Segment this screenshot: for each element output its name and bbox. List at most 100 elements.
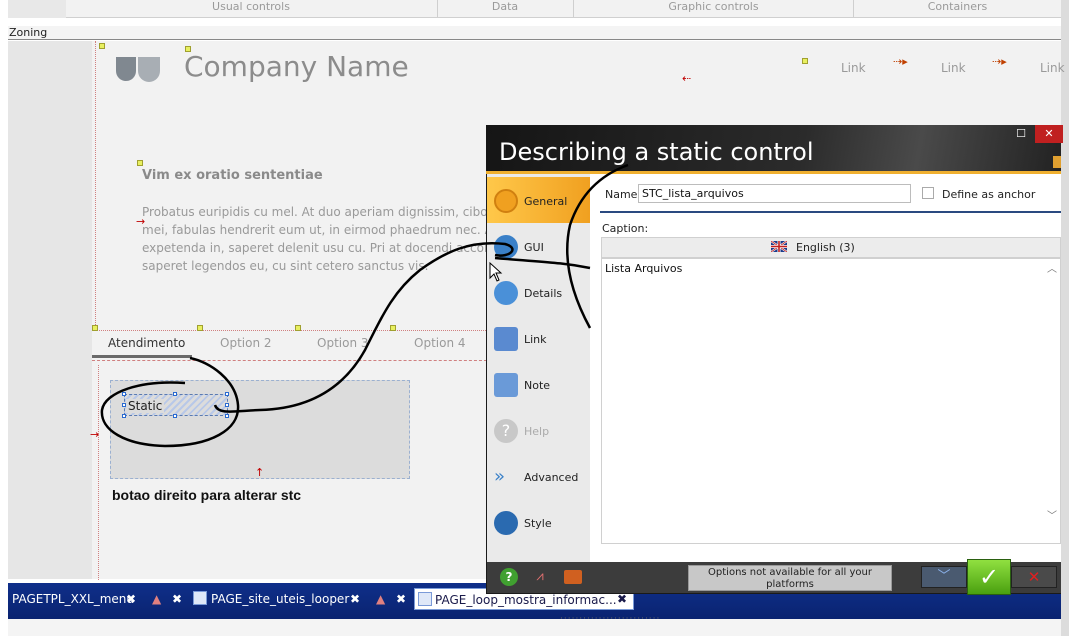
link-bullet-icon <box>802 58 808 64</box>
zone-border <box>95 41 96 331</box>
anchor-arrow-icon: ⇠ <box>682 72 692 85</box>
content-heading: Vim ex oratio sententiae <box>142 168 323 183</box>
paragraph-line: expetenda in, saperet delenit usu cu. Pr… <box>142 241 489 255</box>
tab-option-2[interactable]: Option 2 <box>220 336 272 350</box>
left-gutter <box>8 41 92 579</box>
link-arrow-icon: ⇢▸ <box>893 55 908 68</box>
top-link-1[interactable]: Link <box>841 61 866 75</box>
language-label[interactable]: English (3) <box>796 241 855 254</box>
resize-handle[interactable] <box>122 392 126 396</box>
zone-border <box>98 365 99 580</box>
anchor-arrow-icon: ↑ <box>255 466 265 479</box>
platform-notice: Options not available for all your platf… <box>688 565 892 591</box>
selection-handle[interactable] <box>197 325 203 331</box>
resize-handle[interactable] <box>122 414 126 418</box>
close-tab-icon[interactable]: ✖ <box>172 592 182 606</box>
maximize-button[interactable]: ☐ <box>1007 125 1035 143</box>
details-icon <box>494 281 518 305</box>
nav-note[interactable]: Note <box>524 379 550 392</box>
zone-border <box>92 330 492 331</box>
close-tab-icon[interactable]: ✖ <box>396 592 406 606</box>
page-type-icon: ▲ <box>152 592 162 606</box>
screen: Usual controls Data Graphic controls Con… <box>0 0 1069 636</box>
ribbon-section-data[interactable]: Data <box>437 0 572 17</box>
cancel-button[interactable]: ✕ <box>1011 566 1057 588</box>
task-pagetpl-xxl-menu[interactable]: PAGETPL_XXL_menu <box>8 588 138 610</box>
selection-handle[interactable] <box>99 43 105 49</box>
nav-details[interactable]: Details <box>524 287 562 300</box>
static-control-label: Static <box>126 399 165 413</box>
window-shadow <box>1061 0 1069 636</box>
advanced-icon: » <box>494 466 506 487</box>
help-icon: ? <box>494 419 518 443</box>
resize-handle[interactable] <box>122 403 126 407</box>
selection-handle[interactable] <box>390 325 396 331</box>
selection-handle[interactable] <box>92 325 98 331</box>
link-arrow-icon: ⇢▸ <box>992 55 1007 68</box>
paragraph-line: mei, fabulas hendrerit eum ut, in eirmod… <box>142 223 493 237</box>
caption-value: Lista Arquivos <box>605 262 683 275</box>
ribbon-section-graphic-controls[interactable]: Graphic controls <box>573 0 853 17</box>
caption-label: Caption: <box>602 222 649 235</box>
ok-button[interactable]: ✓ <box>967 559 1011 595</box>
tab-option-4[interactable]: Option 4 <box>414 336 466 350</box>
task-page-site-uteis-looper[interactable]: PAGE_site_uteis_looper <box>207 588 357 610</box>
anchor-arrow-icon: → <box>90 428 100 441</box>
define-anchor-checkbox[interactable] <box>922 187 934 199</box>
dialog-title: Describing a static control <box>499 138 814 166</box>
note-icon <box>494 373 518 397</box>
resize-handle[interactable] <box>225 414 229 418</box>
define-anchor-label: Define as anchor <box>942 188 1036 201</box>
top-link-3[interactable]: Link <box>1040 61 1065 75</box>
name-label: Name: <box>605 188 642 201</box>
selection-handle[interactable] <box>295 325 301 331</box>
language-flag-icon[interactable] <box>564 570 582 584</box>
ribbon: Usual controls Data Graphic controls Con… <box>8 0 1061 18</box>
close-tab-icon[interactable]: ✖ <box>350 592 360 606</box>
logo-icon <box>116 57 160 82</box>
uk-flag-icon <box>771 241 787 252</box>
tab-content-border <box>92 360 492 361</box>
nav-general[interactable]: General <box>524 195 567 208</box>
page-file-icon <box>193 591 207 605</box>
notice-line-1: Options not available for all your <box>708 567 872 578</box>
nav-style[interactable]: Style <box>524 517 552 530</box>
nav-advanced[interactable]: Advanced <box>524 471 578 484</box>
style-icon <box>494 511 518 535</box>
paragraph-line: saperet legendos eu, cu sint cetero sanc… <box>142 259 429 273</box>
notice-line-2: platforms <box>766 579 814 590</box>
nav-link[interactable]: Link <box>524 333 547 346</box>
resize-handle[interactable] <box>173 414 177 418</box>
status-area <box>8 619 1061 636</box>
selection-handle[interactable] <box>185 46 191 52</box>
page-type-icon: ▲ <box>376 592 386 606</box>
tab-atendimento[interactable]: Atendimento <box>108 336 185 350</box>
close-tab-icon[interactable]: ✖ <box>617 592 627 606</box>
scroll-down-icon[interactable]: ﹀ <box>1047 507 1057 522</box>
help-button[interactable]: ? <box>500 568 518 586</box>
dialog-nav <box>487 174 590 562</box>
section-separator <box>600 211 1061 213</box>
top-link-2[interactable]: Link <box>941 61 966 75</box>
expand-button[interactable]: ﹀ <box>921 566 967 588</box>
mouse-cursor-icon <box>489 262 503 282</box>
close-button[interactable]: ✕ <box>1035 125 1063 143</box>
annotation-hint: botao direito para alterar stc <box>112 487 302 503</box>
page-file-icon <box>418 592 432 606</box>
resize-handle[interactable] <box>173 392 177 396</box>
ribbon-section-containers[interactable]: Containers <box>853 0 1061 17</box>
close-tab-icon[interactable]: ✖ <box>126 592 136 606</box>
resize-handle[interactable] <box>225 403 229 407</box>
link-icon <box>494 327 518 351</box>
platform-icon[interactable]: ⩘ <box>531 568 549 586</box>
caption-textarea[interactable] <box>601 258 1061 544</box>
selection-handle[interactable] <box>137 160 143 166</box>
name-input[interactable] <box>638 184 911 203</box>
scroll-up-icon[interactable]: ︿ <box>1047 260 1057 275</box>
nav-gui[interactable]: GUI <box>524 241 544 254</box>
resize-handle[interactable] <box>225 392 229 396</box>
tab-option-3[interactable]: Option 3 <box>317 336 369 350</box>
ribbon-section-usual-controls[interactable]: Usual controls <box>66 0 436 17</box>
zoning-bar: Zoning <box>8 26 1061 40</box>
gui-icon <box>494 235 518 259</box>
